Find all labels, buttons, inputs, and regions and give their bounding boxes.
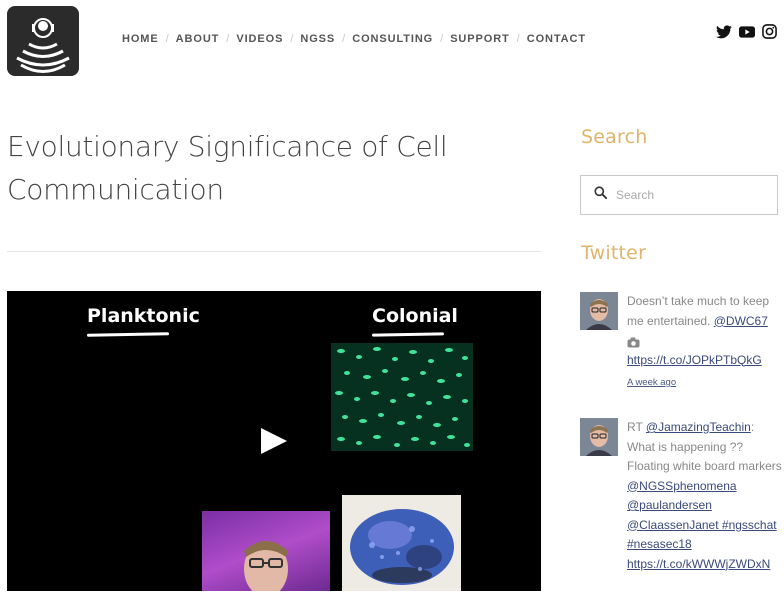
page-title: Evolutionary Significance of Cell Commun… [7, 125, 527, 211]
tweet-mention[interactable]: @DWC67 [714, 314, 768, 328]
tweet-link[interactable]: https://t.co/kWWWjZWDxN [627, 557, 770, 571]
instagram-icon[interactable] [762, 24, 777, 44]
title-line-1: Evolutionary Significance of Cell [7, 130, 448, 163]
nav-separator: / [226, 33, 230, 45]
tweet-mention[interactable]: @paulandersen [627, 498, 712, 512]
colonial-cells-image [331, 343, 473, 451]
social-links [716, 24, 777, 44]
tweet-body: Doesn’t take much to keep me entertained… [627, 292, 784, 393]
tweet-body: RT @JamazingTeachin: What is happening ?… [627, 418, 784, 574]
main-nav: HOME / ABOUT / VIDEOS / NGSS / CONSULTIN… [122, 33, 586, 45]
tweet-mention[interactable]: @ClaassenJanet [627, 518, 719, 532]
tweet-hashtag[interactable]: #nesasec18 [627, 537, 692, 551]
nav-home[interactable]: HOME [122, 33, 159, 45]
video-label-planktonic: Planktonic [87, 305, 200, 327]
nav-about[interactable]: ABOUT [176, 33, 220, 45]
avatar[interactable] [580, 292, 618, 330]
tweet-mention[interactable]: @JamazingTeachin [646, 420, 751, 434]
video-label-colonial: Colonial [372, 305, 458, 327]
title-line-2: Communication [7, 173, 224, 206]
nav-separator: / [342, 33, 346, 45]
divider [7, 251, 541, 252]
video-player[interactable]: Planktonic Colonial [7, 291, 541, 591]
search-heading: Search [581, 126, 648, 148]
organism-image [342, 495, 461, 591]
youtube-icon[interactable] [739, 25, 755, 43]
tweet-timestamp[interactable]: A week ago [627, 373, 784, 393]
twitter-icon[interactable] [716, 24, 732, 44]
nav-separator: / [290, 33, 294, 45]
presenter-thumbnail [202, 511, 330, 591]
search-input[interactable] [616, 188, 766, 202]
site-logo[interactable] [7, 6, 79, 76]
search-icon [594, 186, 608, 204]
twitter-heading: Twitter [581, 242, 647, 264]
play-icon[interactable] [261, 428, 287, 454]
logo-headphones-icon [16, 18, 70, 73]
nav-contact[interactable]: CONTACT [527, 33, 586, 45]
nav-separator: / [440, 33, 444, 45]
label-underline [371, 332, 445, 337]
nav-videos[interactable]: VIDEOS [236, 33, 283, 45]
avatar[interactable] [580, 418, 618, 456]
nav-separator: / [516, 33, 520, 45]
nav-separator: / [165, 33, 169, 45]
nav-support[interactable]: SUPPORT [450, 33, 509, 45]
tweet-mention[interactable]: @NGSSphenomena [627, 479, 737, 493]
search-box [580, 175, 778, 215]
camera-icon [627, 335, 640, 348]
tweet-link[interactable]: https://t.co/JOPkPTbQkG [627, 353, 762, 367]
nav-ngss[interactable]: NGSS [300, 33, 335, 45]
tweet-prefix: RT [627, 420, 646, 434]
label-underline [86, 332, 170, 337]
tweet-hashtag[interactable]: #ngsschat [719, 518, 777, 532]
nav-consulting[interactable]: CONSULTING [352, 33, 433, 45]
